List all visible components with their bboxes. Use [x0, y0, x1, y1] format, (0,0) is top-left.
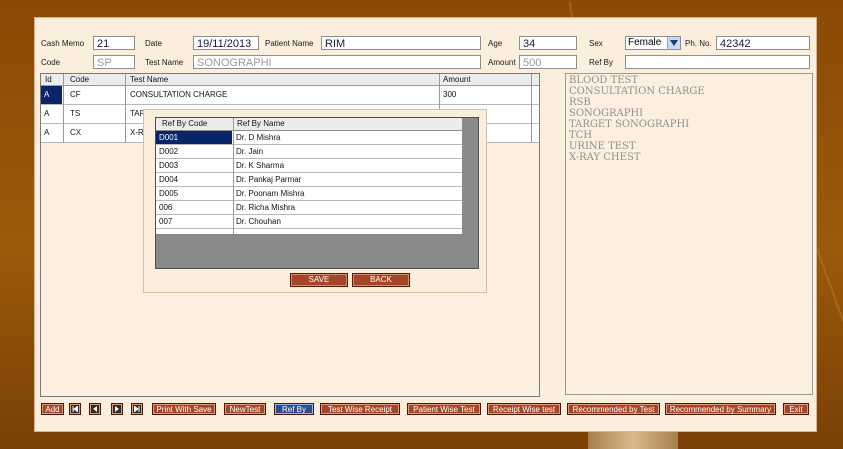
grid-divider	[531, 74, 532, 143]
cell-ref-code: 006	[159, 203, 173, 212]
ref-by-grid-body: Ref By Code Ref By Name D001 Dr. D Mishr…	[156, 118, 462, 234]
receipt-wise-test-button[interactable]: Receipt Wise test	[487, 403, 561, 415]
cash-memo-form: Cash Memo 21 Date 19/11/2013 Patient Nam…	[34, 17, 817, 432]
test-name-label: Test Name	[145, 58, 184, 67]
cell-id: A	[44, 128, 50, 137]
patient-name-label: Patient Name	[265, 39, 314, 48]
amount-field[interactable]: 500	[519, 55, 577, 69]
amount-label: Amount	[488, 58, 516, 67]
grid-header: Id Code Test Name Amount	[41, 74, 539, 86]
age-field[interactable]: 34	[519, 36, 577, 50]
age-label: Age	[488, 39, 503, 48]
column-header-test-name[interactable]: Test Name	[130, 74, 168, 85]
list-item[interactable]: BLOOD TEST	[569, 75, 809, 86]
sex-select-value: Female	[628, 37, 662, 48]
cell-ref-code: D002	[159, 147, 179, 156]
code-label: Code	[41, 58, 61, 67]
list-item[interactable]: TARGET SONOGRAPHI	[569, 119, 809, 130]
list-item[interactable]: CONSULTATION CHARGE	[569, 86, 809, 97]
table-row[interactable]: D004 Dr. Pankaj Parmar	[156, 173, 462, 187]
ref-by-field[interactable]	[625, 55, 810, 69]
column-header-amount[interactable]: Amount	[443, 74, 471, 85]
table-row[interactable]: A CF CONSULTATION CHARGE 300	[41, 86, 539, 105]
test-wise-receipt-button[interactable]: Test Wise Receipt	[320, 403, 400, 415]
exit-button[interactable]: Exit	[783, 403, 809, 415]
cell-ref-name: Dr. D Mishra	[236, 133, 281, 142]
grid-divider	[63, 74, 64, 143]
column-header-ref-name[interactable]: Ref By Name	[237, 118, 285, 130]
list-item[interactable]: TCH	[569, 130, 809, 141]
first-record-button[interactable]	[69, 403, 81, 415]
table-row[interactable]: 006 Dr. Richa Mishra	[156, 201, 462, 215]
test-name-field[interactable]: SONOGRAPHI	[193, 55, 481, 69]
ref-grid-header: Ref By Code Ref By Name	[156, 118, 462, 131]
cell-id: A	[41, 86, 62, 104]
list-item[interactable]: RSB	[569, 97, 809, 108]
cell-test-name: CONSULTATION CHARGE	[130, 90, 228, 99]
column-header-code[interactable]: Code	[70, 74, 89, 85]
last-record-icon	[133, 405, 141, 413]
date-label: Date	[145, 39, 162, 48]
back-button[interactable]: BACK	[352, 273, 410, 287]
cell-id: A	[44, 109, 50, 118]
date-field[interactable]: 19/11/2013	[193, 36, 259, 50]
cell-code: CX	[70, 128, 82, 137]
next-record-button[interactable]	[111, 403, 123, 415]
list-item[interactable]: X-RAY CHEST	[569, 152, 809, 163]
cell-ref-code: D003	[159, 161, 179, 170]
patient-name-field[interactable]: RIM	[321, 36, 481, 50]
ref-by-button[interactable]: Ref By	[274, 403, 314, 415]
cell-ref-name: Dr. K Sharma	[236, 161, 285, 170]
first-record-icon	[71, 405, 79, 413]
cell-amount: 300	[443, 90, 457, 99]
test-list[interactable]: BLOOD TEST CONSULTATION CHARGE RSB SONOG…	[565, 73, 813, 395]
sex-select[interactable]: Female	[625, 36, 681, 50]
table-row[interactable]: D001 Dr. D Mishra	[156, 131, 462, 145]
cell-ref-code: D005	[159, 189, 179, 198]
cell-ref-code: D001	[156, 131, 232, 144]
patient-wise-test-button[interactable]: Patient Wise Test	[407, 403, 481, 415]
ref-by-grid: Ref By Code Ref By Name D001 Dr. D Mishr…	[155, 117, 479, 269]
add-button[interactable]: Add	[41, 403, 64, 415]
list-item[interactable]: SONOGRAPHI	[569, 108, 809, 119]
list-item[interactable]: URINE TEST	[569, 141, 809, 152]
table-row[interactable]: D005 Dr. Poonam Mishra	[156, 187, 462, 201]
grid-divider	[125, 74, 126, 143]
column-header-id[interactable]: Id	[45, 74, 52, 85]
ref-by-popup: Ref By Code Ref By Name D001 Dr. D Mishr…	[143, 109, 487, 293]
cell-ref-name: Dr. Richa Mishra	[236, 203, 296, 212]
sex-label: Sex	[589, 39, 603, 48]
chevron-down-icon[interactable]	[667, 37, 680, 49]
table-row[interactable]: D003 Dr. K Sharma	[156, 159, 462, 173]
save-button[interactable]: SAVE	[290, 273, 348, 287]
column-header-ref-code[interactable]: Ref By Code	[162, 118, 207, 130]
cell-ref-name: Dr. Chouhan	[236, 217, 281, 226]
cash-memo-field[interactable]: 21	[93, 36, 135, 50]
cell-code: TS	[70, 109, 81, 118]
code-field[interactable]: SP	[93, 55, 135, 69]
phone-label: Ph. No.	[685, 39, 712, 48]
phone-field[interactable]: 42342	[716, 36, 810, 50]
cell-ref-name: Dr. Poonam Mishra	[236, 189, 305, 198]
cell-ref-name: Dr. Pankaj Parmar	[236, 175, 302, 184]
grid-divider	[233, 118, 234, 234]
recommended-by-summary-button[interactable]: Recommended by Summary	[665, 403, 776, 415]
ref-by-label: Ref By	[589, 58, 614, 67]
table-row[interactable]: 007 Dr. Chouhan	[156, 215, 462, 229]
previous-record-icon	[91, 405, 99, 413]
cell-ref-name: Dr. Jain	[236, 147, 264, 156]
cell-ref-code: 007	[159, 217, 173, 226]
print-with-save-button[interactable]: Print With Save	[152, 403, 216, 415]
recommended-by-test-button[interactable]: Recommended by Test	[567, 403, 660, 415]
table-row[interactable]: D002 Dr. Jain	[156, 145, 462, 159]
cell-ref-code: D004	[159, 175, 179, 184]
cash-memo-label: Cash Memo	[41, 39, 85, 48]
last-record-button[interactable]	[131, 403, 143, 415]
next-record-icon	[113, 405, 121, 413]
cell-code: CF	[70, 90, 81, 99]
new-test-button[interactable]: NewTest	[224, 403, 266, 415]
previous-record-button[interactable]	[89, 403, 101, 415]
